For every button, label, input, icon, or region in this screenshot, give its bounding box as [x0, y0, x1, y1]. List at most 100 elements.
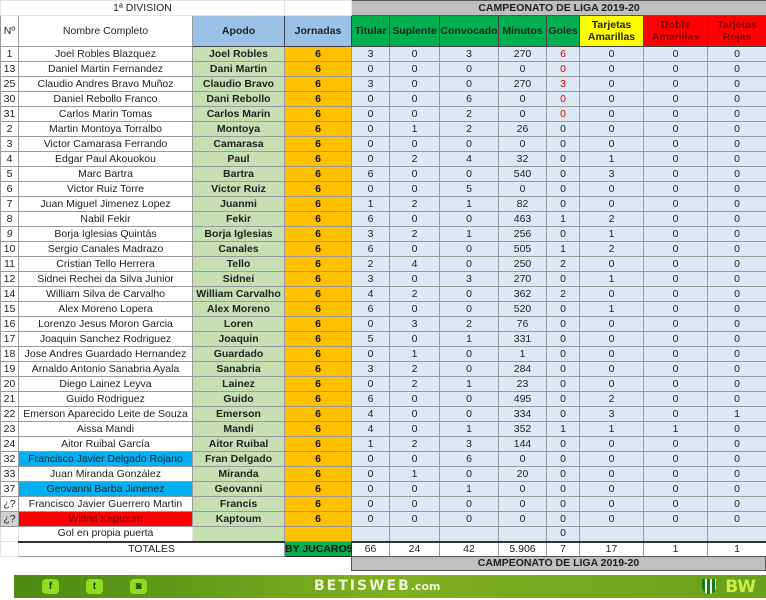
cell-amarillas: 0: [579, 361, 645, 377]
cell-suplente: 0: [389, 211, 441, 227]
player-row[interactable]: 12 Sidnei Rechei da Silva Junior Sidnei 6 3 0…: [0, 271, 766, 287]
player-row[interactable]: 7 Juan Miguel Jimenez Lopez Juanmi 6 1 2 1 82 0 0…: [0, 196, 766, 212]
player-row[interactable]: 32 Francisco Javier Delgado Rojano Fran De…: [0, 451, 766, 467]
header-num: Nº: [0, 15, 19, 47]
brand-logo[interactable]: BETISWEB.com: [314, 578, 440, 594]
cell-rojas: 0: [707, 241, 766, 257]
cell-convocado: 4: [439, 151, 500, 167]
cell-apodo: Sanabria: [191, 361, 286, 377]
player-row[interactable]: 23 Aissa Mandi Mandi 6 4 0 1 352 1 1 1 0: [0, 421, 766, 437]
cell-apodo: Canales: [191, 241, 286, 257]
cell-titular: 0: [351, 136, 391, 152]
player-row[interactable]: 15 Alex Moreno Lopera Alex Moreno 6 6 0 0 520 0 1…: [0, 301, 766, 317]
player-row[interactable]: 10 Sergio Canales Madrazo Canales 6 6 0 0 505 1 2…: [0, 241, 766, 257]
cell-goles: 0: [546, 271, 581, 287]
cell-convocado: 0: [439, 496, 500, 512]
player-row[interactable]: 6 Victor Ruiz Torre Victor Ruiz 6 0 0 5 0 0 0 0 0: [0, 181, 766, 197]
player-row[interactable]: 19 Arnaldo Antonio Sanabria Ayala Sanabria…: [0, 361, 766, 377]
cell-rojas: 0: [707, 106, 766, 122]
cell-minutos: 0: [498, 451, 548, 467]
cell-amarillas: 1: [579, 226, 645, 242]
cell-num: 3: [0, 136, 19, 152]
cell-rojas: 0: [707, 391, 766, 407]
player-row[interactable]: 4 Edgar Paul Akouokou Paul 6 0 2 4 32 0 1 0 0: [0, 151, 766, 167]
cell-minutos: 495: [498, 391, 548, 407]
player-row[interactable]: 25 Claudio Andres Bravo Muñoz Claudio Brav…: [0, 76, 766, 92]
cell-name: Cristian Tello Herrera: [18, 256, 193, 272]
player-row[interactable]: ¿? Francisco Javier Guerrero Martin Franci…: [0, 496, 766, 512]
cell-titular: 1: [351, 196, 391, 212]
player-row[interactable]: 5 Marc Bartra Bartra 6 6 0 0 540 0 3 0 0: [0, 166, 766, 182]
player-row[interactable]: 24 Aitor Ruibal García Aitor Ruibal 6 1 2 3 144…: [0, 436, 766, 452]
cell-suplente: 1: [389, 346, 441, 362]
cell-goles: 0: [546, 166, 581, 182]
player-row[interactable]: 37 Geovanni Barba Jimenez Geovanni 6 0 0 1 0 0 0 0…: [0, 481, 766, 497]
cell-suplente: 0: [389, 91, 441, 107]
cell-jornadas: 6: [284, 256, 353, 272]
cell-goles: 0: [546, 361, 581, 377]
player-row[interactable]: 3 Victor Camarasa Ferrando Camarasa 6 0 0 0 0 0 0…: [0, 136, 766, 152]
cell-apodo: Guido: [191, 391, 286, 407]
cell-apodo: Mandi: [191, 421, 286, 437]
cell-doble-amarillas: 0: [643, 346, 709, 362]
cell-minutos: 26: [498, 121, 548, 137]
cell-doble-amarillas: 0: [643, 151, 709, 167]
cell-apodo: Miranda: [191, 466, 286, 482]
cell-rojas: 0: [707, 286, 766, 302]
cell-goles: 0: [546, 436, 581, 452]
player-row[interactable]: 21 Guido Rodriguez Guido 6 6 0 0 495 0 2 0 0: [0, 391, 766, 407]
cell-minutos: 331: [498, 331, 548, 347]
by-credit: BY JUCARO54: [284, 541, 353, 557]
cell-titular: 0: [351, 316, 391, 332]
cell-num: 30: [0, 91, 19, 107]
cell-num: 23: [0, 421, 19, 437]
cell-rojas: 0: [707, 211, 766, 227]
header-convocado: Convocado: [439, 15, 500, 47]
player-row[interactable]: 14 William Silva de Carvalho William Carva…: [0, 286, 766, 302]
player-row[interactable]: 13 Daniel Martin Fernandez Dani Martin 6 0 0 0…: [0, 61, 766, 77]
cell-convocado: 0: [439, 136, 500, 152]
player-row[interactable]: ¿? Wilfrid Kaptoum Kaptoum 6 0 0 0 0 0 0 0 0: [0, 511, 766, 527]
player-row[interactable]: 9 Borja Iglesias Quintás Borja Iglesias 6 3 2…: [0, 226, 766, 242]
cell-rojas: 0: [707, 271, 766, 287]
instagram-icon[interactable]: ◙: [130, 579, 147, 594]
cell-num: 20: [0, 376, 19, 392]
cell-name: Daniel Rebollo Franco: [18, 91, 193, 107]
cell-rojas: 0: [707, 151, 766, 167]
player-row[interactable]: 33 Juan Miranda González Miranda 6 0 1 0 20 0 0 0 0: [0, 466, 766, 482]
player-row[interactable]: 8 Nabil Fekir Fekir 6 6 0 0 463 1 2 0 0: [0, 211, 766, 227]
cell-titular: 0: [351, 496, 391, 512]
cell-convocado: 3: [439, 436, 500, 452]
cell-titular: 4: [351, 286, 391, 302]
cell-num: 1: [0, 46, 19, 62]
player-row[interactable]: 2 Martin Montoya Torralbo Montoya 6 0 1 2 26 0 0 0…: [0, 121, 766, 137]
player-row[interactable]: 11 Cristian Tello Herrera Tello 6 2 4 0 250 2 0 0 0: [0, 256, 766, 272]
cell-suplente: 0: [389, 271, 441, 287]
cell-minutos: 82: [498, 196, 548, 212]
player-row[interactable]: 17 Joaquin Sanchez Rodriguez Joaquin 6 5 0 1 33…: [0, 331, 766, 347]
player-row[interactable]: 1 Joel Robles Blazquez Joel Robles 6 3 0 3 270 6…: [0, 46, 766, 62]
cell-doble-amarillas: 0: [643, 406, 709, 422]
cell-amarillas: 0: [579, 181, 645, 197]
cell-minutos: 23: [498, 376, 548, 392]
empty-cell: [351, 526, 391, 542]
cell-goles: 0: [546, 511, 581, 527]
facebook-icon[interactable]: f: [42, 579, 59, 594]
cell-minutos: 540: [498, 166, 548, 182]
cell-amarillas: 0: [579, 121, 645, 137]
twitter-icon[interactable]: t: [86, 579, 103, 594]
cell-titular: 0: [351, 376, 391, 392]
bw-logo: BW: [725, 577, 756, 597]
player-row[interactable]: 22 Emerson Aparecido Leite de Souza Emerso…: [0, 406, 766, 422]
player-row[interactable]: 31 Carlos Marin Tomas Carlos Marin 6 0 0 2 0 0 0 0…: [0, 106, 766, 122]
cell-rojas: 0: [707, 496, 766, 512]
cell-titular: 0: [351, 181, 391, 197]
player-row[interactable]: 30 Daniel Rebollo Franco Dani Rebollo 6 0 0 6 0…: [0, 91, 766, 107]
player-row[interactable]: 18 Jose Andres Guardado Hernandez Guardado…: [0, 346, 766, 362]
cell-jornadas: 6: [284, 316, 353, 332]
cell-titular: 0: [351, 151, 391, 167]
player-row[interactable]: 16 Lorenzo Jesus Moron Garcia Loren 6 0 3 2 76 0…: [0, 316, 766, 332]
header-titular: Titular: [351, 15, 391, 47]
player-row[interactable]: 20 Diego Lainez Leyva Lainez 6 0 2 1 23 0 0 0 0: [0, 376, 766, 392]
cell-num: 11: [0, 256, 19, 272]
